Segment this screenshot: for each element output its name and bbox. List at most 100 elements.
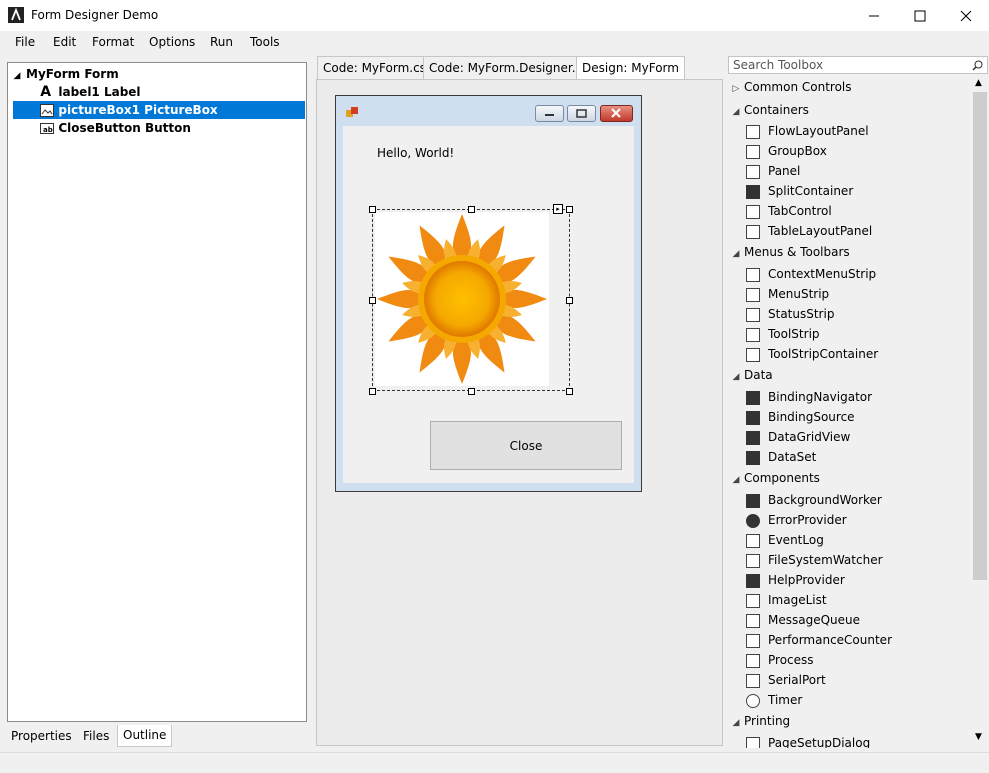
item-label: BindingSource [768, 410, 855, 424]
toolbox-item[interactable]: DataSet [728, 447, 972, 467]
toolbox-item[interactable]: ToolStripContainer [728, 344, 972, 364]
close-icon [960, 10, 972, 21]
item-label: ImageList [768, 593, 827, 607]
form-maximize-button[interactable] [567, 105, 596, 122]
close-window-button[interactable] [943, 0, 989, 31]
toolbox-item[interactable]: ToolStrip [728, 324, 972, 344]
resize-handle[interactable] [369, 297, 376, 304]
pagesetupdialog-icon [746, 736, 760, 748]
toolbox-item[interactable]: FlowLayoutPanel [728, 121, 972, 141]
form-label-hello[interactable]: Hello, World! [377, 146, 454, 160]
item-label: SplitContainer [768, 184, 854, 198]
scroll-down-icon[interactable]: ▼ [975, 732, 982, 742]
scrollbar-thumb[interactable] [973, 92, 987, 580]
title-bar: Form Designer Demo [0, 0, 989, 31]
toolbox-item[interactable]: GroupBox [728, 141, 972, 161]
menu-tools[interactable]: Tools [250, 35, 280, 49]
collapse-arrow-icon: ◢ [732, 249, 740, 259]
resize-handle[interactable] [566, 206, 573, 213]
tab-files[interactable]: Files [77, 725, 115, 747]
statusstrip-icon [746, 307, 760, 322]
toolbox-item[interactable]: FileSystemWatcher [728, 550, 972, 570]
item-label: BackgroundWorker [768, 493, 882, 507]
tree-item-myform[interactable]: ◢ MyForm Form [8, 65, 306, 83]
toolbox-list: ▷ Common Controls ◢ Containers FlowLayoutP… [728, 76, 972, 748]
category-label: Containers [744, 103, 809, 117]
toolbox-category-data[interactable]: ◢ Data [728, 365, 972, 385]
resize-handle[interactable] [468, 388, 475, 395]
menu-run[interactable]: Run [210, 35, 233, 49]
toolbox-category-components[interactable]: ◢ Components [728, 468, 972, 488]
toolbox-category-menus-toolbars[interactable]: ◢ Menus & Toolbars [728, 242, 972, 262]
resize-handle[interactable] [566, 297, 573, 304]
form-minimize-button[interactable] [535, 105, 564, 122]
smart-tag-icon[interactable]: ▸ [553, 204, 563, 214]
resize-handle[interactable] [369, 388, 376, 395]
toolbox-item[interactable]: ContextMenuStrip [728, 264, 972, 284]
toolbox-item[interactable]: PageSetupDialog [728, 733, 972, 748]
tab-code-myform[interactable]: Code: MyForm.cs [317, 56, 432, 79]
toolbox-item[interactable]: TabControl [728, 201, 972, 221]
toolbox-item[interactable]: BindingSource [728, 407, 972, 427]
scroll-up-icon[interactable]: ▲ [975, 78, 982, 88]
item-label: Panel [768, 164, 801, 178]
toolbox-item[interactable]: TableLayoutPanel [728, 221, 972, 241]
tree-item-picturebox1[interactable]: pictureBox1 PictureBox [13, 101, 305, 119]
item-label: StatusStrip [768, 307, 835, 321]
panel-icon [746, 164, 760, 179]
menu-options[interactable]: Options [149, 35, 195, 49]
toolbox-item[interactable]: SplitContainer [728, 181, 972, 201]
resize-handle[interactable] [566, 388, 573, 395]
tab-code-designer[interactable]: Code: MyForm.Designer.cs [423, 56, 595, 79]
form-close-button[interactable] [600, 105, 633, 122]
tab-outline[interactable]: Outline [117, 725, 173, 747]
toolbox-item[interactable]: DataGridView [728, 427, 972, 447]
toolbox-item[interactable]: SerialPort [728, 670, 972, 690]
helpprovider-icon [746, 573, 760, 588]
toolbox-search-input[interactable]: Search Toolbox [728, 56, 988, 74]
collapse-arrow-icon: ◢ [732, 475, 740, 485]
toolbox-item[interactable]: MenuStrip [728, 284, 972, 304]
toolbox-item[interactable]: ImageList [728, 590, 972, 610]
item-label: Timer [768, 693, 803, 707]
toolbox-item[interactable]: HelpProvider [728, 570, 972, 590]
datagridview-icon [746, 430, 760, 445]
toolbox-category-common-controls[interactable]: ▷ Common Controls [728, 77, 972, 97]
toolbox-item[interactable]: MessageQueue [728, 610, 972, 630]
filesystemwatcher-icon [746, 553, 760, 568]
resize-handle[interactable] [468, 206, 475, 213]
backgroundworker-icon [746, 493, 760, 508]
maximize-button[interactable] [897, 0, 943, 31]
toolbox-item[interactable]: StatusStrip [728, 304, 972, 324]
toolbox-item[interactable]: BindingNavigator [728, 387, 972, 407]
resize-handle[interactable] [369, 206, 376, 213]
minimize-button[interactable] [851, 0, 897, 31]
maximize-icon [576, 109, 587, 118]
outline-panel: ◢ MyForm Form A label1 Label pictureBox1 … [7, 62, 307, 722]
tree-item-label1[interactable]: A label1 Label [8, 83, 306, 101]
item-label: ToolStrip [768, 327, 820, 341]
tree-item-label: pictureBox1 PictureBox [58, 103, 218, 117]
toolbox-item[interactable]: EventLog [728, 530, 972, 550]
minimize-icon [545, 114, 554, 116]
toolbox-item[interactable]: Timer [728, 690, 972, 710]
menu-edit[interactable]: Edit [53, 35, 76, 49]
tab-design-myform[interactable]: Design: MyForm [576, 56, 685, 80]
category-label: Data [744, 368, 773, 382]
timer-icon [746, 693, 760, 708]
toolbox-item[interactable]: PerformanceCounter [728, 630, 972, 650]
form-close-button-control[interactable]: Close [430, 421, 622, 470]
toolbox-item[interactable]: ErrorProvider [728, 510, 972, 530]
toolbox-category-containers[interactable]: ◢ Containers [728, 100, 972, 120]
menu-file[interactable]: File [15, 35, 35, 49]
toolbox-item[interactable]: Process [728, 650, 972, 670]
toolbox-item[interactable]: BackgroundWorker [728, 490, 972, 510]
toolbox-item[interactable]: Panel [728, 161, 972, 181]
tab-properties[interactable]: Properties [5, 725, 78, 747]
toolbox-category-printing[interactable]: ◢ Printing [728, 711, 972, 731]
toolbox-scrollbar[interactable]: ▲ ▼ [972, 76, 988, 748]
imagelist-icon [746, 593, 760, 608]
menu-format[interactable]: Format [92, 35, 134, 49]
tree-item-closebutton[interactable]: ab CloseButton Button [8, 119, 306, 137]
item-label: SerialPort [768, 673, 826, 687]
